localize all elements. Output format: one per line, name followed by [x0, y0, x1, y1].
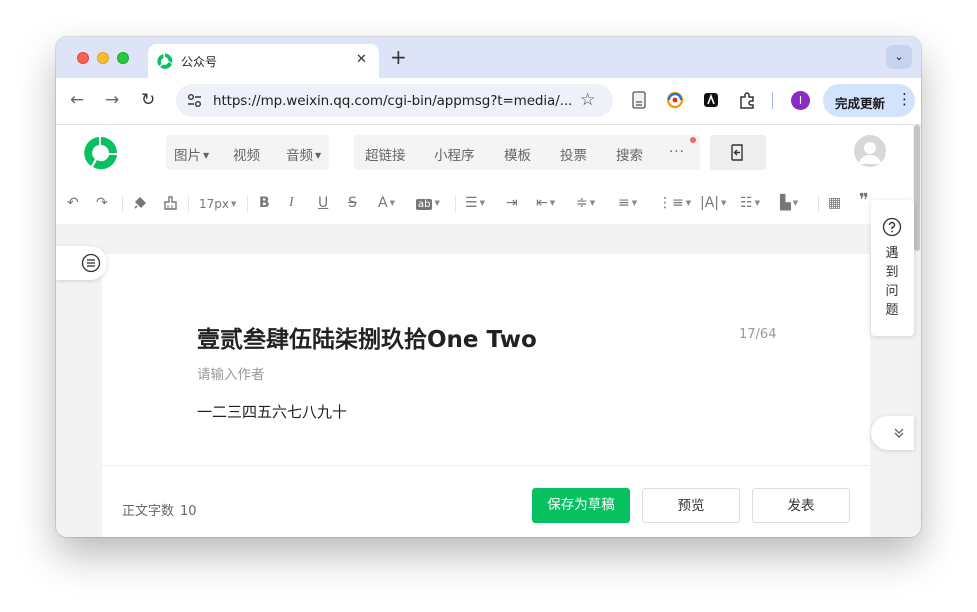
format-divider: [818, 196, 819, 212]
table-icon[interactable]: ▦: [828, 194, 841, 212]
browser-toolbar: ← → ↻ https://mp.weixin.qq.com/cgi-bin/a…: [56, 78, 921, 125]
format-divider: [455, 196, 456, 212]
author-input[interactable]: 请输入作者: [197, 363, 265, 383]
notification-dot: [690, 137, 696, 143]
article-body[interactable]: 一二三四五六七八九十: [197, 401, 347, 422]
format-divider: [122, 196, 123, 212]
page-content: 图片 ▼ 视频 音频 ▼ 超链接 小程序 模板 投票 搜索 ··· ↶ ↷ 17…: [56, 125, 921, 537]
editor-footer: 正文字数 10 保存为草稿 预览 发表: [102, 465, 870, 537]
list-icon[interactable]: ☷ ▼: [740, 194, 760, 212]
text-indent-icon[interactable]: ⋮≡ ▼: [658, 194, 691, 212]
site-settings-icon[interactable]: [186, 92, 203, 109]
help-label: 遇到问题: [885, 246, 899, 318]
back-arrow-icon[interactable]: ←: [70, 90, 84, 110]
forward-arrow-icon[interactable]: →: [105, 90, 119, 110]
double-chevron-down-icon: [894, 428, 904, 438]
format-painter-icon[interactable]: [132, 195, 148, 211]
menu-mini-program[interactable]: 小程序: [434, 144, 475, 164]
menu-video[interactable]: 视频: [233, 144, 260, 164]
save-draft-button[interactable]: 保存为草稿: [532, 488, 630, 523]
menu-hyperlink[interactable]: 超链接: [365, 144, 406, 164]
help-button[interactable]: 遇到问题: [871, 200, 914, 336]
tab-title: 公众号: [181, 55, 218, 69]
format-divider: [247, 196, 248, 212]
url-text: https://mp.weixin.qq.com/cgi-bin/appmsg?…: [213, 93, 573, 109]
tab-search-button[interactable]: ⌄: [886, 45, 912, 69]
reload-icon[interactable]: ↻: [141, 90, 155, 110]
background-color-icon[interactable]: ab ▼: [416, 194, 440, 214]
font-color-icon[interactable]: A ▼: [378, 194, 395, 212]
wechat-mp-favicon-icon: [157, 53, 173, 69]
paragraph-spacing-icon[interactable]: ≡ ▼: [618, 194, 637, 212]
chevron-down-icon: ⌄: [894, 50, 904, 63]
menu-template[interactable]: 模板: [504, 144, 531, 164]
user-avatar[interactable]: [854, 135, 886, 167]
toolbar-divider: [772, 92, 773, 109]
scrollbar-thumb[interactable]: [914, 125, 920, 251]
menu-more[interactable]: ···: [669, 144, 685, 160]
redo-icon[interactable]: ↷: [96, 194, 108, 212]
indent-icon[interactable]: ⇥: [506, 194, 518, 212]
editor-top-band: [56, 224, 913, 254]
update-label: 完成更新: [835, 96, 886, 111]
outline-toggle-button[interactable]: [56, 246, 107, 280]
browser-window: 公众号 ✕ + ⌄ ← → ↻ https://mp.weixin.qq.com…: [56, 37, 921, 537]
menu-vote[interactable]: 投票: [560, 144, 587, 164]
quote-icon[interactable]: ❞: [859, 192, 869, 210]
question-icon: [882, 217, 902, 237]
tab-close-icon[interactable]: ✕: [356, 52, 367, 67]
profile-avatar[interactable]: I: [791, 91, 810, 110]
title-char-count: 17/64: [739, 327, 777, 342]
more-menu-icon: ⋮: [897, 90, 912, 108]
preview-button[interactable]: 预览: [642, 488, 740, 523]
zoom-window-button[interactable]: [117, 52, 129, 64]
layout-icon[interactable]: ▙ ▼: [780, 194, 798, 212]
menu-search[interactable]: 搜索: [616, 144, 643, 164]
publish-button[interactable]: 发表: [752, 488, 850, 523]
menu-audio[interactable]: 音频 ▼: [286, 144, 321, 164]
line-height-icon[interactable]: ≑ ▼: [576, 194, 595, 212]
bold-icon[interactable]: B: [259, 194, 270, 212]
clear-format-icon[interactable]: [162, 195, 178, 211]
new-tab-button[interactable]: +: [390, 46, 407, 68]
update-button[interactable]: 完成更新 ⋮: [823, 84, 915, 117]
import-article-button[interactable]: [710, 135, 766, 170]
address-bar[interactable]: https://mp.weixin.qq.com/cgi-bin/appmsg?…: [176, 84, 613, 117]
format-divider: [188, 196, 189, 212]
letter-spacing-icon[interactable]: |A| ▼: [700, 194, 726, 212]
wechat-mp-logo-icon[interactable]: [83, 135, 119, 171]
bookmark-star-icon[interactable]: ☆: [580, 90, 595, 110]
colorful-extension-icon[interactable]: [664, 89, 686, 111]
puzzle-extensions-icon[interactable]: [736, 89, 758, 111]
import-icon: [731, 144, 743, 161]
format-toolbar: ↶ ↷ 17px ▼ B I U S A ▼ ab ▼ ☰ ▼ ⇥ ⇤ ▼ ≑ …: [56, 183, 913, 223]
insert-menu-group: 超链接 小程序 模板 投票 搜索 ···: [354, 135, 700, 170]
document-extension-icon[interactable]: [628, 89, 650, 111]
italic-icon[interactable]: I: [289, 194, 294, 212]
article-title-input[interactable]: 壹贰叁肆伍陆柒捌玖拾One Two: [197, 320, 537, 354]
media-menu-group: 图片 ▼ 视频 音频 ▼: [166, 135, 329, 170]
align-icon[interactable]: ☰ ▼: [465, 194, 485, 212]
user-icon: [859, 142, 881, 164]
strikethrough-icon[interactable]: S: [348, 194, 357, 212]
font-size-select[interactable]: 17px ▼: [199, 195, 236, 213]
word-count: 正文字数 10: [122, 504, 197, 519]
tab-active[interactable]: 公众号 ✕: [148, 44, 379, 78]
expand-toggle-button[interactable]: [871, 416, 914, 450]
close-window-button[interactable]: [77, 52, 89, 64]
undo-icon[interactable]: ↶: [67, 194, 79, 212]
menu-image[interactable]: 图片 ▼: [174, 144, 209, 164]
outline-list-icon: [81, 253, 101, 273]
outdent-icon[interactable]: ⇤ ▼: [536, 194, 555, 212]
tab-strip: 公众号 ✕ + ⌄: [56, 37, 921, 78]
underline-icon[interactable]: U: [318, 194, 328, 212]
notion-extension-icon[interactable]: [700, 89, 722, 111]
minimize-window-button[interactable]: [97, 52, 109, 64]
